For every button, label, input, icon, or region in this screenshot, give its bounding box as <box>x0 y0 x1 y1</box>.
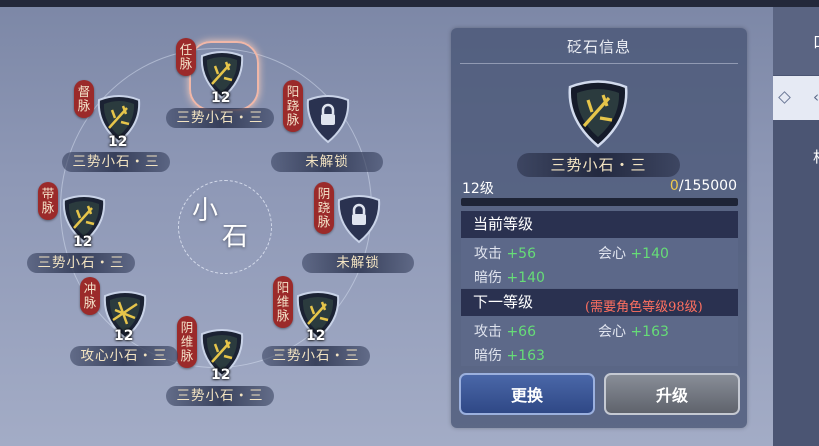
exp-progress-bar <box>461 198 738 206</box>
stone-level: 12 <box>73 234 93 250</box>
next-stat-hidden-damage: 暗伤 +163 <box>474 345 545 365</box>
exp-progress-text: 0/155000 <box>670 178 737 194</box>
stone-level: 12 <box>108 134 128 150</box>
current-stat-crit: 会心 +140 <box>598 243 669 263</box>
next-stat-attack: 攻击 +66 <box>474 321 536 341</box>
meridian-label: 带脉 <box>38 182 58 220</box>
title-divider <box>460 63 738 64</box>
stone-name: 三势小石・三 <box>62 152 170 172</box>
stat-value: +163 <box>506 348 545 364</box>
stone-name-locked: 未解锁 <box>302 253 414 273</box>
stone-level: 12 <box>114 328 134 344</box>
stat-value: +140 <box>506 270 545 286</box>
meridian-label: 督脉 <box>74 80 94 118</box>
lock-shield-icon <box>337 195 381 244</box>
stone-name-locked: 未解锁 <box>271 152 383 172</box>
stone-level: 12 <box>211 367 231 383</box>
meridian-label: 阳跷脉 <box>283 80 303 132</box>
stone-name: 三势小石・三 <box>166 108 274 128</box>
meridian-label: 阴维脉 <box>177 316 197 368</box>
meridian-label: 冲脉 <box>80 277 100 315</box>
stat-value: +163 <box>630 324 669 340</box>
stat-label: 暗伤 <box>474 348 502 364</box>
stone-name: 三势小石・三 <box>166 386 274 406</box>
stat-label: 会心 <box>598 246 626 262</box>
next-stat-crit: 会心 +163 <box>598 321 669 341</box>
stat-label: 攻击 <box>474 246 502 262</box>
stone-level-text: 12级 <box>462 181 494 197</box>
meridian-label: 阳维脉 <box>273 276 293 328</box>
current-stat-attack: 攻击 +56 <box>474 243 536 263</box>
level-requirement: (需要角色等级98级) <box>585 300 703 315</box>
center-label-char-2: 石 <box>222 222 249 252</box>
tab-label: 口 <box>813 31 819 52</box>
change-button[interactable]: 更换 <box>459 373 595 415</box>
panel-title: 砭石信息 <box>566 38 631 56</box>
stone-slot-yinqiao[interactable] <box>333 192 385 244</box>
lock-shield-icon <box>306 95 350 144</box>
stat-label: 会心 <box>598 324 626 340</box>
current-stat-hidden-damage: 暗伤 +140 <box>474 267 545 287</box>
tab-label: ‹ <box>813 88 819 106</box>
exp-current: 0 <box>669 178 679 194</box>
stat-label: 暗伤 <box>474 270 502 286</box>
meridian-label: 阴跷脉 <box>314 182 334 234</box>
selected-stone-icon <box>562 76 634 148</box>
stat-value: +56 <box>506 246 536 262</box>
stone-level: 12 <box>211 90 231 106</box>
stone-name: 攻心小石・三 <box>70 346 178 366</box>
top-bar <box>0 0 819 7</box>
center-label-char-1: 小 <box>192 196 219 226</box>
upgrade-button[interactable]: 升级 <box>604 373 740 415</box>
stone-name: 三势小石・三 <box>27 253 135 273</box>
current-level-header: 当前等级 <box>461 211 738 238</box>
meridian-label: 任脉 <box>176 38 196 76</box>
stone-name: 三势小石・三 <box>262 346 370 366</box>
selected-stone-name: 三势小石・三 <box>517 153 680 177</box>
stone-slot-yangqiao[interactable] <box>302 92 354 144</box>
stat-label: 攻击 <box>474 324 502 340</box>
exp-total: /155000 <box>678 178 737 194</box>
side-tab-3[interactable]: 相 <box>813 146 819 167</box>
stat-value: +140 <box>630 246 669 262</box>
side-tab-1[interactable]: 口 <box>773 7 819 75</box>
stone-level: 12 <box>306 328 326 344</box>
stone-shield-icon <box>568 80 628 148</box>
stat-value: +66 <box>506 324 536 340</box>
